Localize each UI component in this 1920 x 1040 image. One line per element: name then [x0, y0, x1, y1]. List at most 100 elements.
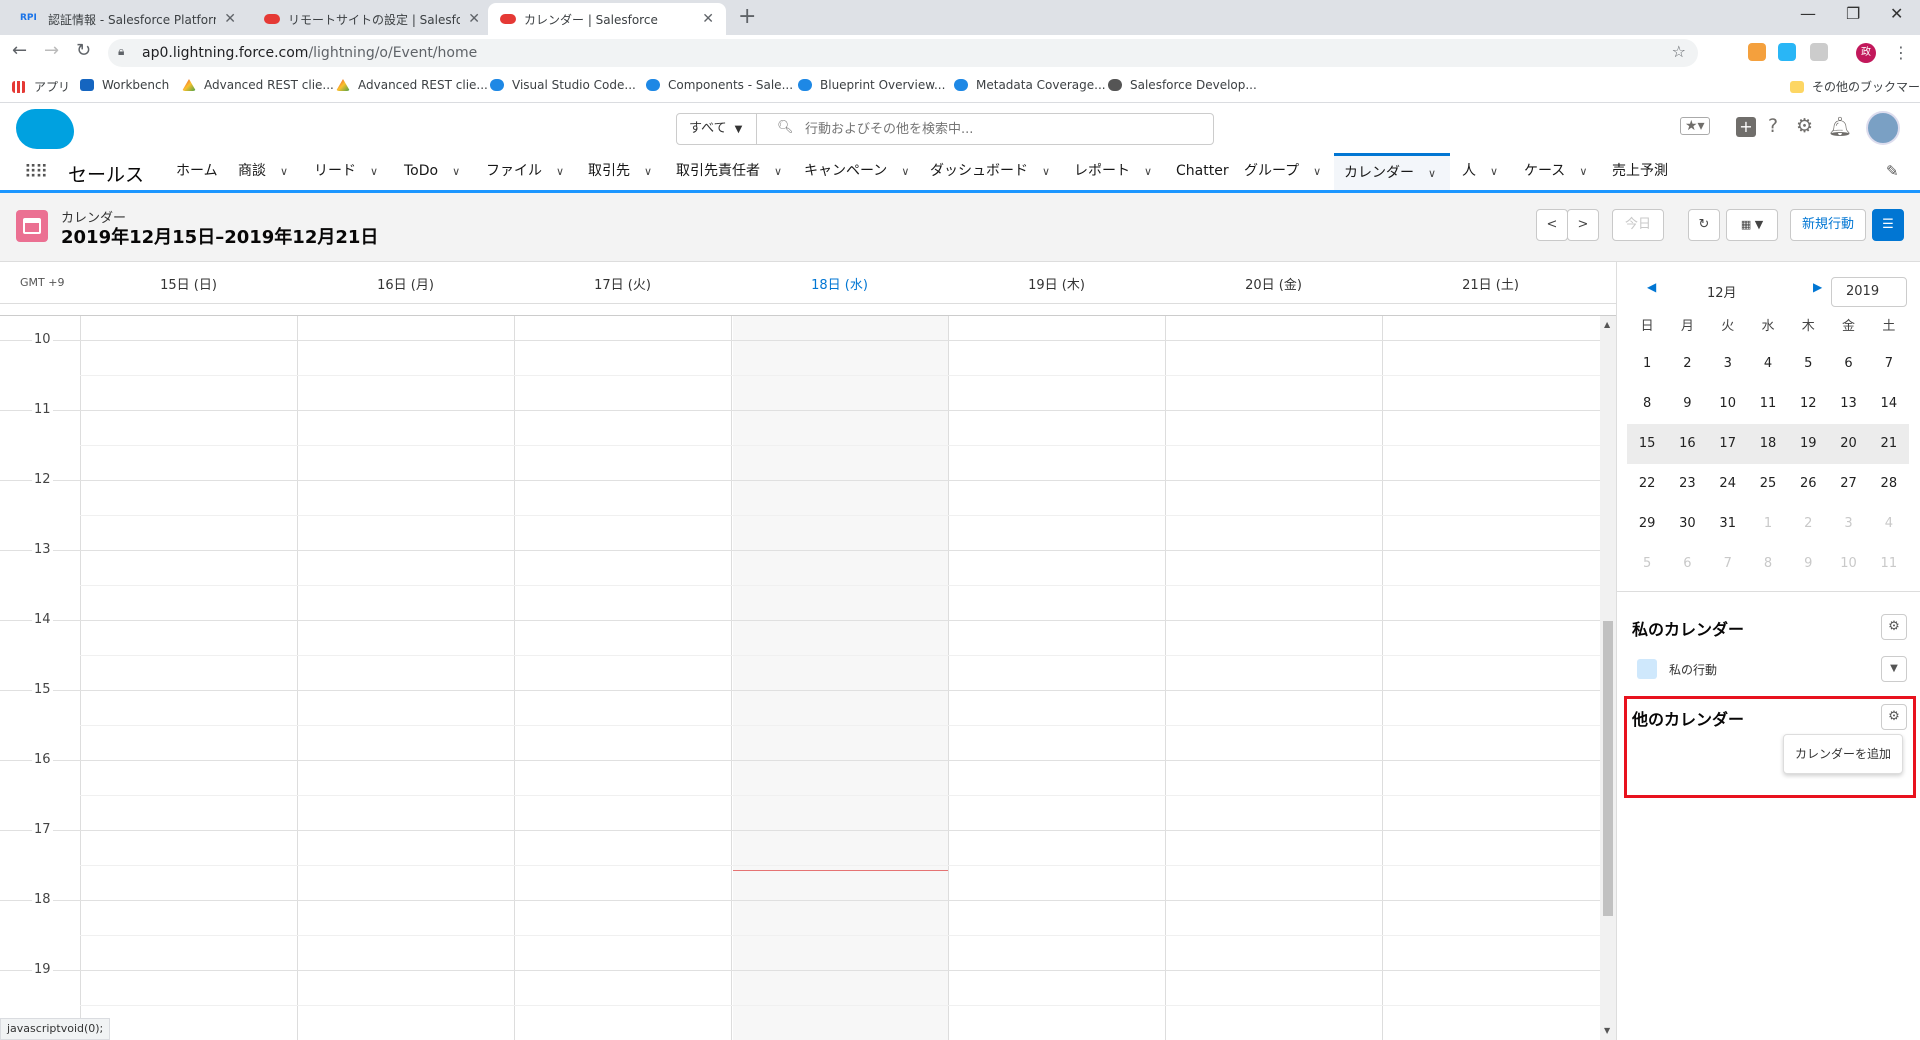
- chevron-down-icon[interactable]: ∨: [774, 165, 782, 178]
- forward-icon[interactable]: →: [44, 40, 59, 61]
- mini-calendar-day[interactable]: 17: [1708, 424, 1748, 464]
- mini-calendar-day[interactable]: 31: [1708, 504, 1748, 544]
- mini-calendar-day[interactable]: 3: [1708, 344, 1748, 384]
- mini-calendar-day[interactable]: 1: [1748, 504, 1788, 544]
- mini-calendar-day[interactable]: 25: [1748, 464, 1788, 504]
- bookmark-item[interactable]: Visual Studio Code...: [490, 78, 636, 92]
- nav-item-todo[interactable]: ToDo ∨: [394, 153, 470, 190]
- mini-calendar-day[interactable]: 12: [1788, 384, 1828, 424]
- app-launcher-icon[interactable]: ⠿⠿: [24, 162, 48, 183]
- my-events-menu-button[interactable]: ▼: [1881, 656, 1907, 682]
- bookmark-item[interactable]: Salesforce Develop...: [1108, 78, 1257, 92]
- reload-icon[interactable]: ↻: [76, 40, 91, 61]
- bookmark-item[interactable]: Advanced REST clie...: [182, 78, 334, 92]
- today-column[interactable]: [733, 316, 948, 1040]
- time-grid[interactable]: 10 11 12 13 14 15 16 17 18 19: [0, 316, 1600, 1040]
- chevron-down-icon[interactable]: ∨: [1313, 165, 1321, 178]
- mini-calendar-day[interactable]: 10: [1708, 384, 1748, 424]
- bookmark-item[interactable]: アプリ: [12, 78, 70, 95]
- bookmark-item[interactable]: Advanced REST clie...: [336, 78, 488, 92]
- new-event-button[interactable]: 新規行動: [1790, 209, 1866, 241]
- profile-avatar[interactable]: 政: [1856, 43, 1876, 63]
- mini-calendar-day[interactable]: 21: [1869, 424, 1909, 464]
- extension-icon[interactable]: [1810, 43, 1828, 61]
- mini-calendar-day[interactable]: 4: [1869, 504, 1909, 544]
- bookmark-item[interactable]: Metadata Coverage...: [954, 78, 1106, 92]
- refresh-icon[interactable]: ↻: [1688, 209, 1720, 241]
- chevron-down-icon[interactable]: ∨: [280, 165, 288, 178]
- nav-item-contacts[interactable]: 取引先責任者 ∨: [666, 153, 792, 190]
- search-input[interactable]: [805, 118, 1195, 140]
- calendar-view-dropdown[interactable]: ▦ ▼: [1726, 209, 1778, 241]
- mini-calendar-day[interactable]: 14: [1869, 384, 1909, 424]
- add-calendar-menu-item[interactable]: カレンダーを追加: [1783, 734, 1903, 774]
- nav-item-people[interactable]: 人 ∨: [1452, 153, 1508, 190]
- chevron-down-icon[interactable]: ∨: [644, 165, 652, 178]
- calendar-scrollbar[interactable]: ▲ ▼: [1600, 316, 1616, 1040]
- nav-item-reports[interactable]: レポート ∨: [1064, 153, 1162, 190]
- nav-item-leads[interactable]: リード ∨: [304, 153, 388, 190]
- chevron-down-icon[interactable]: ∨: [1144, 165, 1152, 178]
- day-header[interactable]: 17日 (火): [514, 274, 731, 293]
- nav-item-accounts[interactable]: 取引先 ∨: [578, 153, 662, 190]
- chevron-down-icon[interactable]: ∨: [370, 165, 378, 178]
- next-week-button[interactable]: >: [1567, 209, 1599, 241]
- previous-week-button[interactable]: <: [1536, 209, 1568, 241]
- close-icon[interactable]: ✕: [702, 11, 714, 27]
- more-menu-icon[interactable]: ⋮: [1893, 43, 1909, 62]
- bookmark-item[interactable]: Blueprint Overview...: [798, 78, 945, 92]
- mini-calendar-day[interactable]: 16: [1667, 424, 1707, 464]
- url-text[interactable]: ap0.lightning.force.com/lightning/o/Even…: [142, 45, 477, 61]
- day-header[interactable]: 15日 (日): [80, 274, 297, 293]
- mini-calendar-day[interactable]: 24: [1708, 464, 1748, 504]
- nav-item-cases[interactable]: ケース ∨: [1514, 153, 1597, 190]
- prev-month-icon[interactable]: ◀: [1647, 280, 1656, 294]
- lock-icon[interactable]: 🔒︎: [118, 44, 124, 59]
- mini-calendar-day[interactable]: 7: [1869, 344, 1909, 384]
- nav-item-forecasts[interactable]: 売上予測: [1602, 153, 1678, 190]
- close-icon[interactable]: ✕: [224, 11, 236, 27]
- notifications-bell-icon[interactable]: 🔔︎: [1828, 115, 1852, 138]
- mini-calendar-day[interactable]: 18: [1748, 424, 1788, 464]
- mini-calendar-day[interactable]: 2: [1788, 504, 1828, 544]
- calendar-color-swatch[interactable]: [1637, 659, 1657, 679]
- day-header[interactable]: 20日 (金): [1165, 274, 1382, 293]
- extension-icon[interactable]: [1748, 43, 1766, 61]
- mini-calendar-day[interactable]: 19: [1788, 424, 1828, 464]
- mini-calendar-day[interactable]: 3: [1828, 504, 1868, 544]
- other-bookmarks[interactable]: その他のブックマーク: [1790, 78, 1920, 95]
- mini-calendar-day[interactable]: 22: [1627, 464, 1667, 504]
- chevron-down-icon[interactable]: ∨: [1490, 165, 1498, 178]
- mini-calendar-day[interactable]: 2: [1667, 344, 1707, 384]
- new-tab-icon[interactable]: +: [738, 4, 756, 29]
- chevron-down-icon[interactable]: ∨: [901, 165, 909, 178]
- mini-calendar-day[interactable]: 27: [1828, 464, 1868, 504]
- mini-calendar-day[interactable]: 8: [1627, 384, 1667, 424]
- mini-calendar-day[interactable]: 13: [1828, 384, 1868, 424]
- other-calendars-gear-icon[interactable]: ⚙: [1881, 704, 1907, 730]
- next-month-icon[interactable]: ▶: [1813, 280, 1822, 294]
- mini-calendar-day[interactable]: 28: [1869, 464, 1909, 504]
- mini-calendar-day[interactable]: 7: [1708, 544, 1748, 584]
- day-header[interactable]: 16日 (月): [297, 274, 514, 293]
- list-view-icon[interactable]: ☰: [1872, 209, 1904, 241]
- scrollbar-thumb[interactable]: [1603, 621, 1613, 916]
- nav-item-home[interactable]: ホーム: [166, 153, 228, 190]
- edit-nav-pencil-icon[interactable]: ✎: [1886, 162, 1899, 180]
- mini-calendar-day[interactable]: 29: [1627, 504, 1667, 544]
- today-button[interactable]: 今日: [1612, 209, 1664, 241]
- extension-icon[interactable]: [1778, 43, 1796, 61]
- browser-tab[interactable]: リモートサイトの設定 | Salesforce ✕: [252, 3, 492, 35]
- mini-calendar-day[interactable]: 15: [1627, 424, 1667, 464]
- search-scope-dropdown[interactable]: すべて ▼: [677, 114, 757, 144]
- mini-calendar-day[interactable]: 9: [1788, 544, 1828, 584]
- browser-tab-active[interactable]: カレンダー | Salesforce ✕: [488, 3, 726, 35]
- salesforce-logo[interactable]: [16, 109, 74, 149]
- bookmark-item[interactable]: Workbench: [80, 78, 169, 92]
- chevron-down-icon[interactable]: ∨: [452, 165, 460, 178]
- back-icon[interactable]: ←: [12, 40, 27, 61]
- nav-item-opportunities[interactable]: 商談 ∨: [228, 153, 298, 190]
- nav-item-calendar[interactable]: カレンダー ∨: [1334, 153, 1450, 190]
- user-avatar[interactable]: [1866, 111, 1900, 145]
- setup-gear-icon[interactable]: ⚙: [1796, 115, 1813, 137]
